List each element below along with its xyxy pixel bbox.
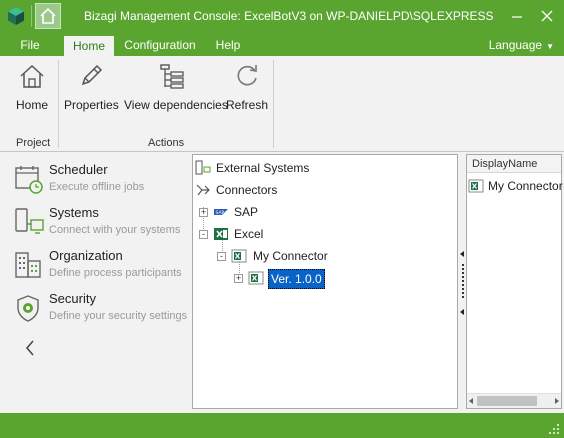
connector-icon bbox=[468, 179, 484, 193]
window-title: Bizagi Management Console: ExcelBotV3 on… bbox=[84, 9, 494, 23]
tree-node-label: SAP bbox=[234, 205, 259, 219]
sidebar-item-security[interactable]: Security Define your security settings bbox=[14, 291, 190, 331]
view-dependencies-label: View dependencies bbox=[124, 98, 228, 112]
splitter-grip bbox=[462, 264, 464, 298]
group-label-project: Project bbox=[16, 137, 51, 149]
language-label: Language bbox=[488, 38, 543, 52]
dependencies-icon bbox=[160, 64, 184, 89]
collapse-toggle[interactable]: - bbox=[217, 252, 226, 261]
sap-icon: SAP bbox=[214, 209, 228, 216]
external-systems-icon bbox=[195, 160, 211, 175]
excel-icon bbox=[214, 228, 228, 240]
sidebar-item-organization[interactable]: Organization Define process participants bbox=[14, 248, 190, 288]
refresh-button-label: Refresh bbox=[226, 98, 269, 112]
bizagi-logo-icon bbox=[8, 7, 24, 25]
sidebar-item-description: Define your security settings bbox=[49, 310, 188, 322]
scroll-left-icon[interactable] bbox=[469, 398, 473, 404]
horizontal-scrollbar[interactable] bbox=[467, 393, 561, 408]
ribbon: Home Properties View dependencies Refres… bbox=[0, 56, 564, 152]
group-separator bbox=[273, 60, 274, 148]
title-bar: Bizagi Management Console: ExcelBotV3 on… bbox=[0, 0, 564, 32]
expand-toggle[interactable]: + bbox=[234, 274, 243, 283]
tab-home[interactable]: Home bbox=[64, 36, 114, 56]
sidebar-item-description: Define process participants bbox=[49, 267, 182, 279]
panel-splitter[interactable] bbox=[459, 154, 466, 409]
language-menu[interactable]: Language ▼ bbox=[489, 36, 554, 56]
tree-node-label: Ver. 1.0.0 bbox=[268, 269, 325, 289]
shield-icon bbox=[17, 295, 39, 322]
properties-button-label: Properties bbox=[64, 98, 119, 112]
view-dependencies-button[interactable]: View dependencies bbox=[124, 62, 228, 120]
status-bar bbox=[0, 413, 564, 438]
minimize-button[interactable] bbox=[502, 0, 532, 32]
title-separator bbox=[31, 5, 32, 27]
arrow-left-icon bbox=[460, 309, 464, 315]
ribbon-tab-row: File Home Configuration Help Language ▼ bbox=[0, 32, 564, 56]
svg-text:SAP: SAP bbox=[216, 210, 225, 216]
resize-grip-icon[interactable] bbox=[548, 423, 560, 435]
sidebar-item-description: Connect with your systems bbox=[49, 224, 181, 236]
home-button-label: Home bbox=[15, 98, 48, 112]
sidebar-item-systems[interactable]: Systems Connect with your systems bbox=[14, 205, 190, 245]
scroll-thumb[interactable] bbox=[477, 396, 537, 406]
pencil-icon bbox=[81, 64, 103, 86]
sidebar: Scheduler Execute offline jobs Systems C… bbox=[0, 152, 190, 413]
close-button[interactable] bbox=[532, 0, 562, 32]
scroll-right-icon[interactable] bbox=[555, 398, 559, 404]
organization-icon bbox=[15, 252, 41, 278]
chevron-left-icon[interactable] bbox=[22, 338, 38, 358]
sidebar-item-title: Scheduler bbox=[49, 162, 108, 177]
refresh-button[interactable]: Refresh bbox=[226, 62, 268, 120]
arrow-left-icon bbox=[460, 251, 464, 257]
column-header-displayname[interactable]: DisplayName bbox=[467, 155, 561, 173]
properties-button[interactable]: Properties bbox=[64, 62, 119, 120]
tree-node-label: Excel bbox=[234, 227, 264, 241]
systems-icon bbox=[15, 208, 44, 234]
refresh-icon bbox=[237, 65, 257, 86]
connector-icon bbox=[231, 249, 247, 263]
quick-home-button[interactable] bbox=[35, 3, 61, 29]
group-label-actions: Actions bbox=[148, 137, 185, 149]
home-button[interactable]: Home bbox=[12, 62, 52, 120]
minimize-icon bbox=[512, 16, 522, 18]
home-icon bbox=[20, 64, 44, 88]
close-icon bbox=[541, 10, 553, 22]
calendar-clock-icon bbox=[15, 166, 43, 194]
group-separator bbox=[58, 60, 59, 148]
sidebar-item-title: Organization bbox=[49, 248, 123, 263]
main-area: Scheduler Execute offline jobs Systems C… bbox=[0, 152, 564, 413]
tree-node-label: Connectors bbox=[216, 183, 278, 197]
tree-node-label: External Systems bbox=[216, 161, 310, 175]
tab-configuration[interactable]: Configuration bbox=[118, 36, 202, 56]
connector-version-icon bbox=[248, 271, 264, 285]
tab-file[interactable]: File bbox=[10, 36, 50, 56]
tab-help[interactable]: Help bbox=[208, 36, 248, 56]
sidebar-item-title: Systems bbox=[49, 205, 99, 220]
systems-tree: External Systems Connectors + SAP SAP - … bbox=[192, 154, 458, 409]
collapse-toggle[interactable]: - bbox=[199, 230, 208, 239]
connectors-icon bbox=[196, 184, 210, 196]
sidebar-item-description: Execute offline jobs bbox=[49, 181, 145, 193]
details-panel: DisplayName My Connector bbox=[466, 154, 563, 409]
sidebar-item-scheduler[interactable]: Scheduler Execute offline jobs bbox=[14, 162, 190, 202]
home-icon bbox=[40, 7, 56, 24]
list-item-label: My Connector bbox=[488, 179, 563, 193]
tree-node-label: My Connector bbox=[253, 249, 328, 263]
expand-toggle[interactable]: + bbox=[199, 208, 208, 217]
sidebar-item-title: Security bbox=[49, 291, 96, 306]
caret-down-icon: ▼ bbox=[546, 42, 554, 51]
